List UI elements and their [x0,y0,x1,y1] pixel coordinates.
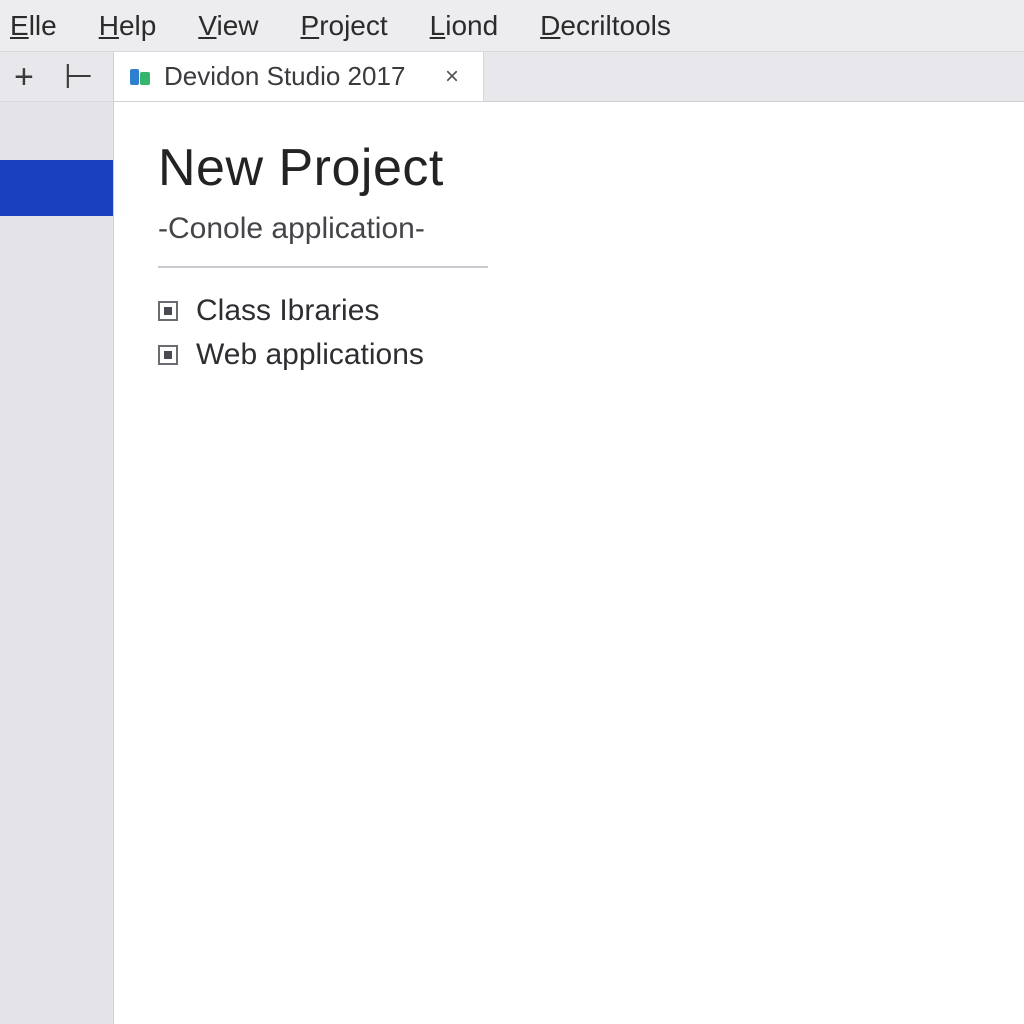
sidebar-toolbar: + ⊢ [0,52,113,102]
menu-help[interactable]: Help [99,10,157,42]
option-web-applications[interactable]: Web applications [158,338,1024,372]
sidebar: + ⊢ [0,52,114,1024]
menu-file[interactable]: Elle [10,10,57,42]
page-title: New Project [158,138,1024,198]
tab-start-page[interactable]: Devidon Studio 2017 × [114,52,484,101]
close-icon[interactable]: × [441,63,463,91]
tab-strip: Devidon Studio 2017 × [114,52,1024,102]
bullet-icon [158,345,178,365]
menu-liond[interactable]: Liond [430,10,499,42]
menu-view[interactable]: View [198,10,258,42]
page-subtitle: -Conole application- [158,212,1024,246]
document-area: Devidon Studio 2017 × New Project -Conol… [114,52,1024,1024]
option-class-libraries[interactable]: Class Ibraries [158,294,1024,328]
menu-decriltools[interactable]: Decriltools [540,10,671,42]
menu-project[interactable]: Project [301,10,388,42]
divider [158,266,488,268]
start-page: New Project -Conole application- Class I… [114,102,1024,1024]
sidebar-selected-item[interactable] [0,160,113,216]
sidebar-spacer [0,102,113,160]
bullet-icon [158,301,178,321]
option-label: Web applications [196,338,424,372]
menu-bar: Elle Help View Project Liond Decriltools [0,0,1024,52]
collapse-icon[interactable]: ⊢ [64,60,94,94]
app-logo-icon [128,65,152,89]
project-type-list: Class Ibraries Web applications [158,294,1024,372]
option-label: Class Ibraries [196,294,379,328]
add-icon[interactable]: + [14,60,34,94]
workspace: + ⊢ Devidon Studio 2017 × New Project - [0,52,1024,1024]
sidebar-empty [0,216,113,1024]
tab-title: Devidon Studio 2017 [164,61,429,92]
